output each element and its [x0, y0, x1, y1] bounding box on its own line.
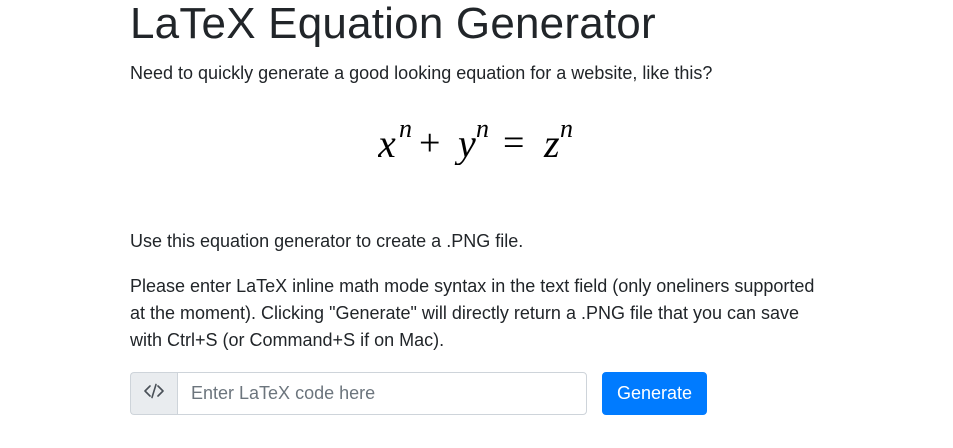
latex-input-group [130, 372, 587, 415]
equation-base-y: y [454, 121, 476, 165]
example-equation: x n + y n = z n [130, 113, 825, 165]
instructions-text: Please enter LaTeX inline math mode synt… [130, 276, 815, 350]
equation-base-x: x [378, 121, 396, 165]
equation-base-z: z [543, 121, 560, 165]
code-icon [144, 383, 164, 404]
page-title: LaTeX Equation Generator [130, 0, 656, 48]
equation-graphic: x n + y n = z n [378, 114, 573, 165]
equation-exponent-y: n [476, 114, 489, 143]
generate-button[interactable]: Generate [602, 372, 708, 415]
equation-equals: = [503, 122, 524, 164]
intro-text: Use this equation generator to create a … [130, 231, 524, 251]
main-container: LaTeX Equation Generator Need to quickly… [130, 1, 830, 415]
equation-exponent-z: n [560, 114, 573, 143]
input-prepend [130, 372, 177, 415]
latex-code-input[interactable] [177, 372, 587, 415]
equation-exponent-x: n [399, 114, 412, 143]
lead-text: Need to quickly generate a good looking … [130, 63, 713, 83]
equation-plus: + [419, 122, 440, 164]
generate-form: Generate [130, 372, 830, 415]
